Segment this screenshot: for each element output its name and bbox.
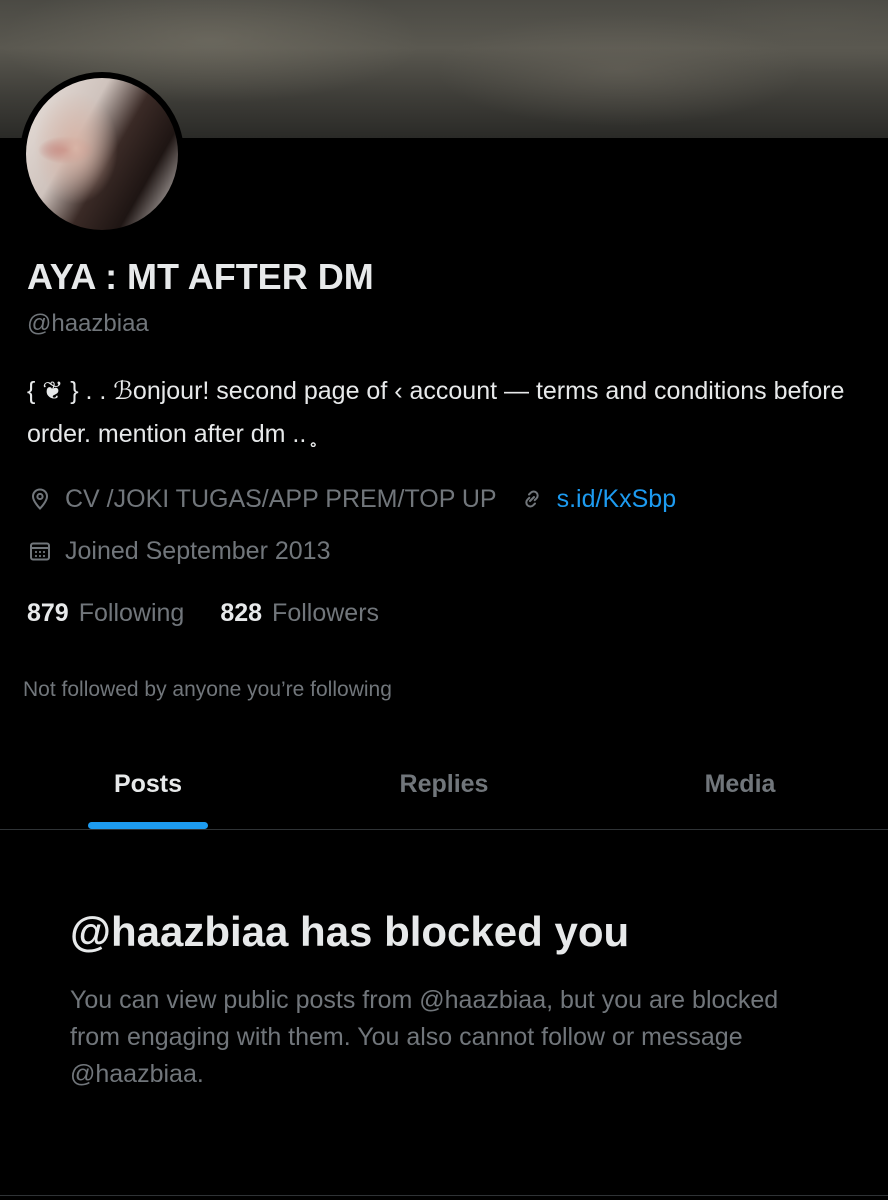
profile-tabs: Posts Replies Media — [0, 740, 888, 830]
profile-stats: 879 Following 828 Followers — [27, 596, 379, 630]
profile-joined-date: Joined September 2013 — [65, 536, 331, 565]
profile-meta-joined-row: Joined September 2013 — [27, 534, 330, 568]
display-name: AYA : MT AFTER DM — [27, 256, 374, 297]
profile-handle: @haazbiaa — [27, 310, 149, 337]
profile-bio: { ❦ } . . ℬonjour! second page of ‹ acco… — [27, 377, 845, 448]
avatar-image — [26, 78, 178, 230]
tab-media[interactable]: Media — [592, 740, 888, 829]
calendar-icon — [27, 538, 53, 564]
following-stat[interactable]: 879 Following — [27, 599, 184, 628]
following-count: 879 — [27, 598, 69, 627]
followers-stat[interactable]: 828 Followers — [220, 599, 379, 628]
blocked-message: You can view public posts from @haazbiaa… — [70, 986, 779, 1088]
location-pin-icon — [27, 486, 53, 512]
followers-count: 828 — [220, 598, 263, 627]
tab-replies[interactable]: Replies — [296, 740, 592, 829]
active-tab-indicator — [88, 822, 208, 829]
tab-posts[interactable]: Posts — [0, 740, 296, 829]
profile-meta-location-row: CV /JOKI TUGAS/APP PREM/TOP UP s.id/KxSb… — [27, 482, 676, 516]
blocked-title: @haazbiaa has blocked you — [70, 908, 630, 955]
tab-replies-label: Replies — [399, 770, 489, 798]
followers-label: Followers — [272, 598, 380, 627]
profile-avatar[interactable] — [20, 72, 184, 236]
link-icon — [519, 486, 545, 512]
profile-website-link[interactable]: s.id/KxSbp — [557, 485, 677, 514]
following-label: Following — [78, 598, 185, 627]
divider — [0, 1195, 888, 1196]
followed-by-summary: Not followed by anyone you’re following — [23, 678, 392, 701]
profile-location: CV /JOKI TUGAS/APP PREM/TOP UP — [65, 484, 497, 513]
tab-posts-label: Posts — [113, 770, 183, 798]
tab-media-label: Media — [704, 770, 776, 798]
